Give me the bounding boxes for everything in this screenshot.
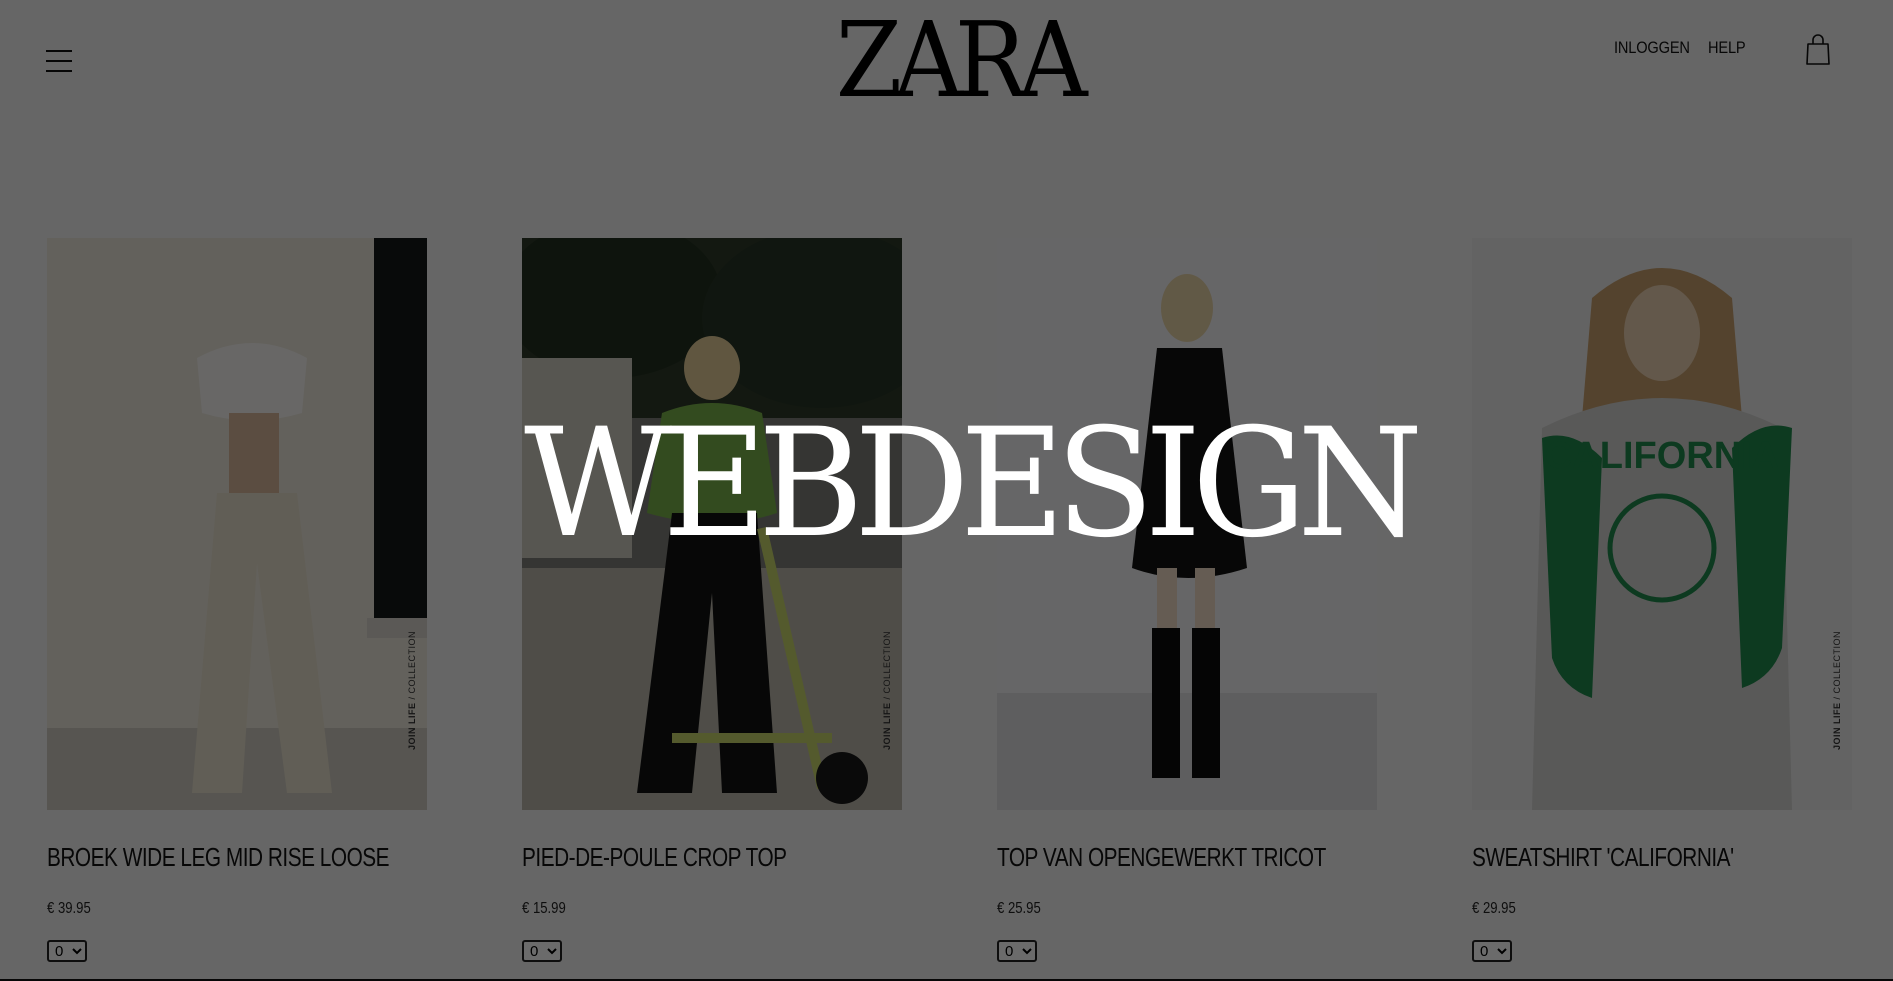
collection-tag: JOIN LIFE / COLLECTION: [1832, 630, 1842, 750]
quantity-select[interactable]: 0: [997, 940, 1037, 962]
product-card[interactable]: TOP VAN OPENGEWERKT TRICOT € 25.95 0: [997, 238, 1377, 962]
quantity-select[interactable]: 0: [1472, 940, 1512, 962]
product-price: € 39.95: [47, 900, 91, 917]
product-price: € 29.95: [1472, 900, 1516, 917]
logo-wordmark: ZARA: [835, 0, 1088, 121]
product-price: € 15.99: [522, 900, 566, 917]
product-price: € 25.95: [997, 900, 1041, 917]
quantity-select[interactable]: 0: [47, 940, 87, 962]
product-photo[interactable]: JOIN LIFE / COLLECTION: [522, 238, 902, 810]
product-card[interactable]: CALIFORNIA JOIN LIFE / COLLECTION SWEATS…: [1472, 238, 1852, 962]
quantity-select[interactable]: 0: [522, 940, 562, 962]
page: ZARA INLOGGEN HELP JOIN LIFE / COLLECTIO…: [0, 0, 1893, 979]
collection-tag: JOIN LIFE / COLLECTION: [882, 630, 892, 750]
product-card[interactable]: JOIN LIFE / COLLECTION BROEK WIDE LEG MI…: [47, 238, 427, 962]
product-photo[interactable]: JOIN LIFE / COLLECTION: [47, 238, 427, 810]
hamburger-menu-icon[interactable]: [46, 50, 72, 76]
zara-logo[interactable]: ZARA: [826, 0, 1088, 121]
product-name[interactable]: TOP VAN OPENGEWERKT TRICOT: [997, 842, 1326, 873]
product-photo[interactable]: [997, 238, 1377, 810]
svg-text:CALIFORNIA: CALIFORNIA: [1545, 435, 1779, 477]
product-card[interactable]: JOIN LIFE / COLLECTION PIED-DE-POULE CRO…: [522, 238, 902, 962]
product-name[interactable]: SWEATSHIRT 'CALIFORNIA': [1472, 842, 1734, 873]
login-link[interactable]: INLOGGEN: [1614, 38, 1690, 58]
shopping-bag-icon[interactable]: [1806, 34, 1830, 66]
product-name[interactable]: PIED-DE-POULE CROP TOP: [522, 842, 787, 873]
collection-tag: JOIN LIFE / COLLECTION: [407, 630, 417, 750]
product-name[interactable]: BROEK WIDE LEG MID RISE LOOSE: [47, 842, 390, 873]
product-photo[interactable]: CALIFORNIA JOIN LIFE / COLLECTION: [1472, 238, 1852, 810]
help-link[interactable]: HELP: [1708, 38, 1746, 58]
